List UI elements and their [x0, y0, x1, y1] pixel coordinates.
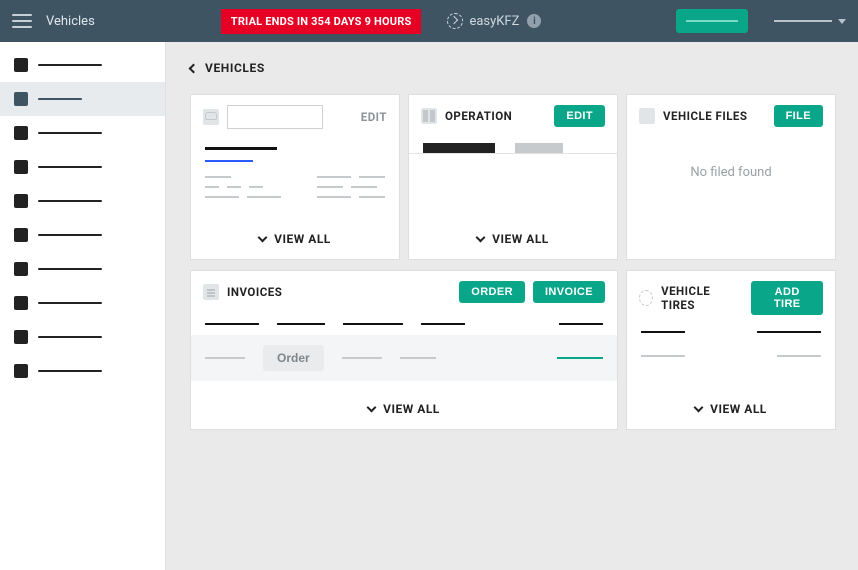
order-button[interactable]: ORDER	[459, 281, 525, 303]
car-icon	[203, 109, 219, 125]
page-title: Vehicles	[46, 14, 95, 29]
chevron-down-icon	[258, 233, 268, 243]
card-title: VEHICLE FILES	[663, 109, 747, 123]
sidebar-item[interactable]	[0, 320, 165, 354]
placeholder-line	[205, 160, 253, 162]
user-menu[interactable]	[774, 11, 846, 31]
primary-action-button[interactable]	[676, 9, 748, 33]
table-row[interactable]: Order	[191, 335, 617, 381]
sidebar-item[interactable]	[0, 116, 165, 150]
card-title: OPERATION	[445, 109, 512, 123]
card-title: INVOICES	[227, 285, 282, 299]
row-order-button[interactable]: Order	[263, 345, 324, 371]
edit-link[interactable]: EDIT	[361, 110, 387, 124]
gauge-icon	[447, 13, 463, 29]
view-all-button[interactable]: VIEW ALL	[191, 219, 399, 259]
chevron-down-icon	[367, 403, 377, 413]
main-content: VEHICLES EDIT	[166, 42, 858, 570]
brand-label: easyKFZ	[469, 14, 519, 29]
tab-active[interactable]	[423, 143, 495, 153]
tab-inactive[interactable]	[515, 143, 563, 153]
vehicle-name-input[interactable]	[227, 105, 323, 129]
sidebar-item[interactable]	[0, 218, 165, 252]
menu-toggle-icon[interactable]	[12, 14, 32, 28]
sidebar-item[interactable]	[0, 286, 165, 320]
sidebar-item[interactable]	[0, 354, 165, 388]
invoice-button[interactable]: INVOICE	[533, 281, 605, 303]
breadcrumb-label: VEHICLES	[205, 61, 265, 75]
file-icon	[639, 108, 655, 124]
sidebar-item[interactable]	[0, 150, 165, 184]
card-title: VEHICLE TIRES	[661, 284, 735, 312]
add-tire-button[interactable]: ADD TIRE	[751, 281, 823, 315]
vehicle-files-card: VEHICLE FILES FILE No filed found	[626, 94, 836, 260]
sidebar-item[interactable]	[0, 184, 165, 218]
table-row[interactable]	[627, 343, 835, 369]
breadcrumb[interactable]: VEHICLES	[190, 42, 834, 94]
chevron-down-icon	[476, 233, 486, 243]
sidebar-item[interactable]	[0, 252, 165, 286]
view-all-button[interactable]: VIEW ALL	[409, 219, 617, 259]
tire-icon	[639, 290, 653, 306]
chevron-down-icon	[838, 19, 846, 24]
view-all-button[interactable]: VIEW ALL	[627, 389, 835, 429]
table-header	[627, 325, 835, 343]
trial-countdown-badge: TRIAL ENDS IN 354 DAYS 9 HOURS	[221, 9, 422, 34]
table-header	[191, 313, 617, 335]
info-icon[interactable]: i	[527, 14, 541, 28]
brand: easyKFZ i	[447, 13, 541, 29]
sidebar-item-active[interactable]	[0, 82, 165, 116]
chevron-left-icon[interactable]	[189, 63, 199, 73]
invoices-card: INVOICES ORDER INVOICE Order VIEW ALL	[190, 270, 618, 430]
vehicle-tires-card: VEHICLE TIRES ADD TIRE VIEW ALL	[626, 270, 836, 430]
top-bar: Vehicles TRIAL ENDS IN 354 DAYS 9 HOURS …	[0, 0, 858, 42]
sidebar	[0, 42, 166, 570]
document-icon	[203, 284, 219, 300]
road-icon	[421, 108, 437, 124]
view-all-button[interactable]: VIEW ALL	[191, 389, 617, 429]
empty-state-text: No filed found	[627, 137, 835, 214]
sidebar-item[interactable]	[0, 48, 165, 82]
placeholder-line	[205, 147, 277, 150]
edit-button[interactable]: EDIT	[554, 105, 605, 127]
operation-card: OPERATION EDIT VIEW ALL	[408, 94, 618, 260]
chevron-down-icon	[694, 403, 704, 413]
vehicle-detail-card: EDIT	[190, 94, 400, 260]
file-button[interactable]: FILE	[774, 105, 823, 127]
